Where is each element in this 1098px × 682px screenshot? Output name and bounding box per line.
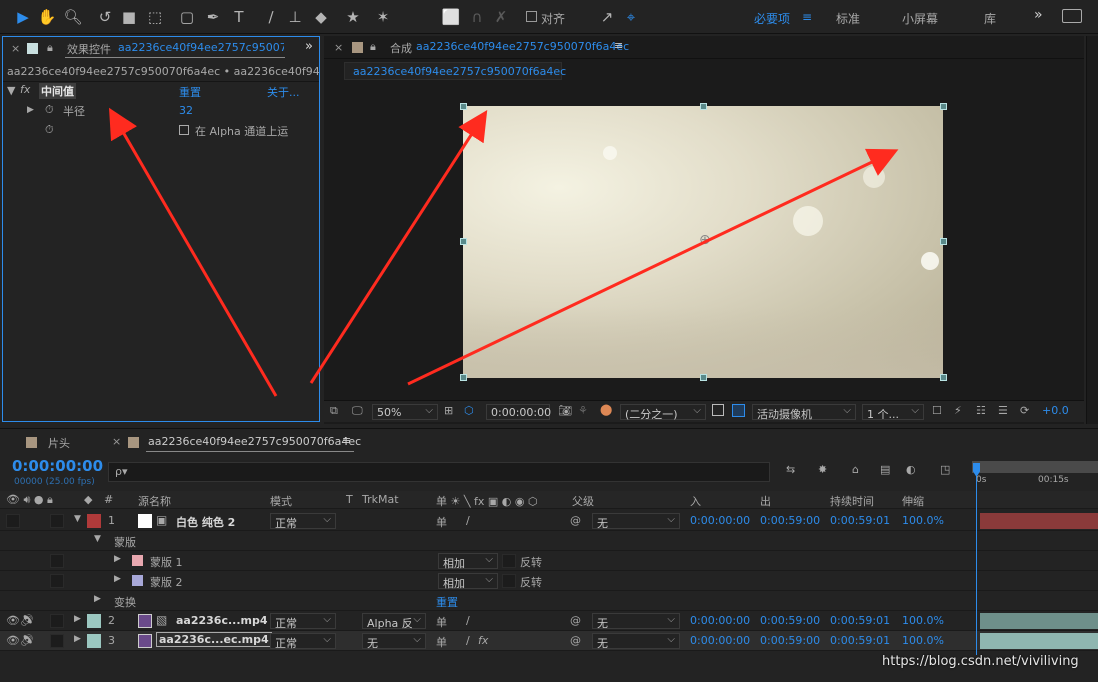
red-arrow <box>309 109 488 384</box>
red-arrow <box>407 148 899 386</box>
annotation-arrows <box>108 107 899 397</box>
watermark: https://blog.csdn.net/viviliving <box>882 654 1079 669</box>
red-arrow <box>108 107 278 397</box>
